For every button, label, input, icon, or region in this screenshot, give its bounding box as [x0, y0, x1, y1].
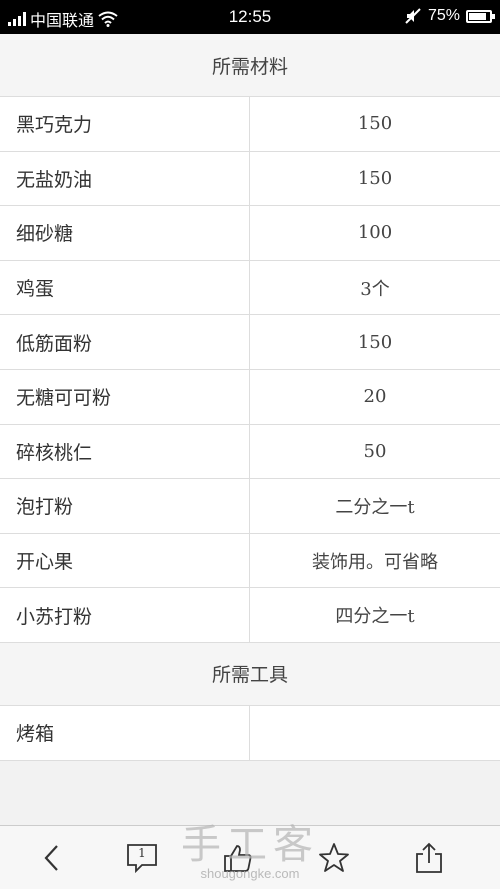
battery-percent: 75%	[427, 7, 460, 24]
table-row: 泡打粉 二分之一t	[0, 479, 500, 534]
ingredient-amount	[250, 706, 500, 760]
bottom-toolbar: 1	[0, 825, 500, 889]
ingredient-name: 小苏打粉	[0, 588, 250, 642]
ingredient-amount: 100	[357, 222, 393, 244]
ingredient-amount: 50	[363, 440, 387, 462]
table-row: 低筋面粉 150	[0, 315, 500, 370]
ingredient-name: 无糖可可粉	[0, 369, 250, 424]
ingredient-name: 无盐奶油	[0, 151, 250, 206]
table-row: 碎核桃仁 50	[0, 424, 500, 480]
ingredient-amount: 二分之一t	[335, 496, 415, 518]
ingredient-name: 黑巧克力	[0, 97, 250, 151]
table-row: 无糖可可粉 20	[0, 369, 500, 425]
table-row: 鸡蛋 3个	[0, 260, 500, 316]
tools-table: 烤箱	[0, 705, 500, 761]
ingredient-amount: 装饰用。可省略	[312, 551, 438, 573]
materials-content: 所需材料 黑巧克力 150 无盐奶油 150 细砂糖 100 鸡蛋 3个低筋面粉 150 无糖可可…	[0, 34, 500, 825]
ingredient-amount: 20	[363, 386, 387, 408]
ingredient-amount: 3个	[360, 278, 390, 300]
like-icon[interactable]	[220, 840, 256, 876]
status-right: 75%	[404, 7, 495, 25]
ingredient-name: 细砂糖	[0, 206, 250, 260]
comment-count: 1	[138, 846, 146, 860]
mute-icon	[405, 8, 421, 24]
ingredient-name: 碎核桃仁	[0, 424, 250, 479]
ingredient-name: 低筋面粉	[0, 315, 250, 369]
ingredient-name: 鸡蛋	[0, 260, 250, 315]
table-row: 黑巧克力 150	[0, 97, 500, 152]
back-icon[interactable]	[34, 840, 70, 876]
comment-icon[interactable]: 1	[124, 840, 160, 876]
table-row: 小苏打粉 四分之一t	[0, 588, 500, 643]
ingredient-amount: 150	[357, 113, 393, 135]
tools-header: 所需工具	[0, 642, 500, 706]
table-row: 烤箱	[0, 705, 500, 761]
battery-icon	[466, 9, 495, 23]
table-row: 无盐奶油 150	[0, 151, 500, 207]
ingredient-name: 烤箱	[0, 705, 250, 760]
ingredient-name: 开心果	[0, 533, 250, 588]
table-row: 开心果 装饰用。可省略	[0, 533, 500, 589]
materials-table: 黑巧克力 150 无盐奶油 150 细砂糖 100 鸡蛋 3个低筋面粉 150 无糖可可粉 20 碎核…	[0, 97, 500, 643]
ingredient-amount: 150	[357, 167, 393, 189]
share-icon[interactable]	[411, 840, 447, 876]
materials-header: 所需材料	[0, 34, 500, 97]
status-bar: 中国联通 12:55 75%	[0, 0, 500, 34]
table-row: 细砂糖 100	[0, 206, 500, 261]
ingredient-amount: 150	[357, 331, 393, 353]
star-icon[interactable]	[316, 840, 352, 876]
ingredient-name: 泡打粉	[0, 479, 250, 533]
ingredient-amount: 四分之一t	[335, 606, 415, 628]
